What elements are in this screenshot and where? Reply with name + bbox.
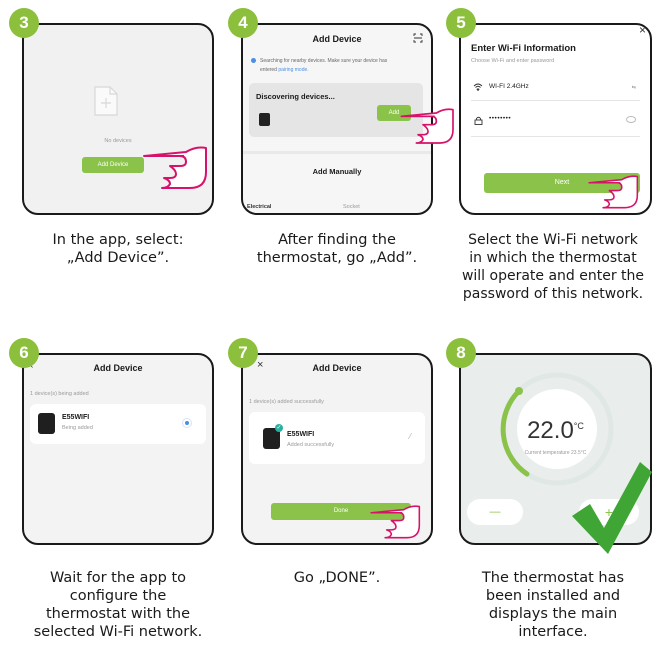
temperature-number: 22.0: [527, 417, 574, 444]
edit-icon[interactable]: ⁄: [410, 432, 411, 441]
device-image: [38, 413, 55, 434]
wifi-network-name[interactable]: WI-FI 2.4GHz: [489, 83, 529, 90]
step-badge-3: 3: [9, 8, 39, 38]
caption-line: Wait for the app to: [49, 570, 187, 586]
step-4-caption: After finding the thermostat, go „Add”.: [237, 231, 437, 267]
discovering-card: Discovering devices... Add: [249, 83, 423, 137]
success-check-icon: ✓: [275, 424, 283, 432]
device-thumbnail: [259, 113, 270, 126]
caption-line: will operate and enter the: [461, 268, 645, 284]
search-text: Searching for nearby devices. Make sure …: [260, 58, 388, 64]
step-8-caption: The thermostat has been installed and di…: [452, 569, 654, 641]
loading-icon: [182, 418, 192, 428]
info-icon: [251, 58, 256, 64]
caption-line: Go „DONE”.: [293, 570, 381, 586]
device-name: E55WIFI: [62, 414, 90, 421]
caption-line: displays the main: [488, 606, 618, 622]
divider: [471, 100, 640, 101]
hand-pointer-icon: [588, 175, 639, 209]
page-title: Add Device: [93, 363, 143, 373]
step-badge-6: 6: [9, 338, 39, 368]
close-icon[interactable]: ×: [639, 25, 646, 37]
step-badge-8: 8: [446, 338, 476, 368]
caption-line: thermostat, go „Add”.: [256, 250, 418, 266]
lock-icon: [474, 116, 483, 125]
caption-line: In the app, select:: [52, 232, 184, 248]
page-title: Add Device: [312, 34, 362, 44]
divider: [471, 136, 640, 137]
caption-line: selected Wi-Fi network.: [33, 624, 203, 640]
step-6-caption: Wait for the app to configure the thermo…: [18, 569, 218, 641]
step-badge-7: 7: [228, 338, 258, 368]
tab-electrical[interactable]: Electrical: [247, 204, 271, 210]
eye-icon[interactable]: [626, 116, 636, 123]
caption-line: password of this network.: [462, 286, 644, 302]
device-state: Being added: [62, 425, 93, 431]
pairing-mode-link[interactable]: pairing mode.: [278, 67, 308, 73]
device-card: ✓ E55WIFI Added successfully ⁄: [249, 412, 425, 464]
hand-pointer-icon: [143, 146, 207, 189]
tab-socket[interactable]: Socket: [343, 204, 360, 210]
divider: [243, 151, 431, 154]
caption-line: The thermostat has: [481, 570, 625, 586]
add-device-button[interactable]: Add Device: [82, 157, 144, 173]
checkmark-icon: [572, 462, 652, 554]
scan-icon[interactable]: [413, 33, 423, 43]
step-5-caption: Select the Wi-Fi network in which the th…: [452, 231, 654, 303]
caption-line: Select the Wi-Fi network: [468, 232, 638, 248]
step-6-screen: ‹ Add Device 1 device(s) being added E55…: [22, 353, 214, 545]
device-card: E55WIFI Being added: [30, 404, 206, 444]
step-badge-5: 5: [446, 8, 476, 38]
temperature-value: 22.0°C: [461, 417, 650, 445]
step-3-caption: In the app, select: „Add Device”.: [18, 231, 218, 267]
search-info: Searching for nearby devices. Make sure …: [251, 57, 423, 75]
wifi-title: Enter Wi-Fi Information: [471, 43, 576, 54]
wifi-subtitle: Choose Wi-Fi and enter password: [471, 58, 555, 64]
decrease-button[interactable]: —: [467, 499, 523, 525]
file-icon: [94, 86, 118, 116]
device-state: Added successfully: [287, 442, 335, 448]
add-manually-label: Add Manually: [312, 167, 362, 176]
device-name: E55WIFI: [287, 431, 315, 438]
status-text: 1 device(s) added successfully: [249, 399, 324, 405]
status-text: 1 device(s) being added: [30, 391, 89, 397]
discovering-label: Discovering devices...: [256, 92, 335, 101]
switch-icon[interactable]: ⇆: [632, 85, 636, 91]
caption-line: interface.: [518, 624, 588, 640]
step-badge-4: 4: [228, 8, 258, 38]
caption-line: thermostat with the: [45, 606, 191, 622]
caption-line: in which the thermostat: [469, 250, 637, 266]
hand-pointer-icon: [370, 505, 421, 539]
wifi-icon: [473, 83, 483, 91]
password-field[interactable]: ••••••••: [489, 115, 511, 122]
caption-line: „Add Device”.: [66, 250, 170, 266]
caption-line: been installed and: [485, 588, 621, 604]
hand-pointer-icon: [400, 108, 454, 144]
page-title: Add Device: [312, 363, 362, 373]
search-text-2: entered: [260, 67, 277, 73]
caption-line: After finding the: [278, 232, 396, 248]
current-temp-label: Current temperature 23.5°C: [524, 450, 587, 456]
temperature-unit: °C: [573, 421, 584, 431]
step-7-caption: Go „DONE”.: [237, 569, 437, 587]
caption-line: configure the: [69, 588, 167, 604]
